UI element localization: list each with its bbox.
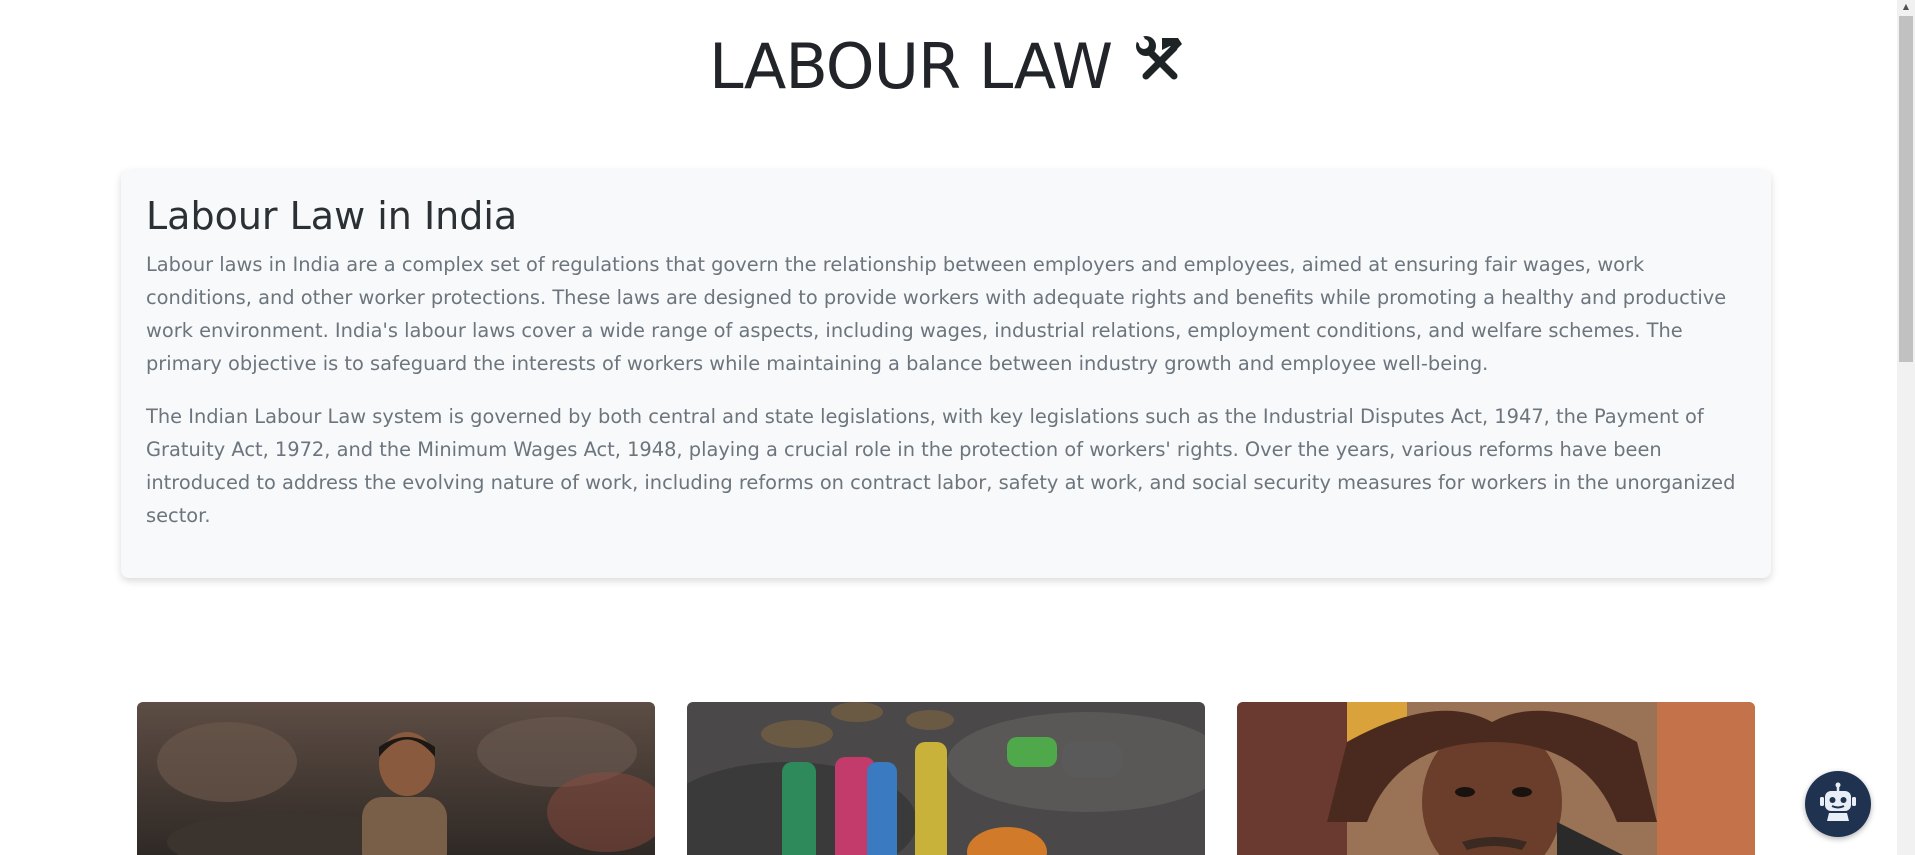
page-header: LABOUR LAW bbox=[0, 28, 1897, 106]
image-gallery bbox=[137, 702, 1755, 855]
vertical-scrollbar[interactable]: ▲ bbox=[1897, 0, 1915, 855]
chatbot-button[interactable] bbox=[1805, 771, 1871, 837]
page-title: LABOUR LAW bbox=[709, 28, 1188, 106]
coal-workers-photo[interactable] bbox=[687, 702, 1205, 855]
scroll-up-arrow-icon[interactable]: ▲ bbox=[1897, 0, 1915, 14]
intro-card: Labour Law in India Labour laws in India… bbox=[121, 170, 1771, 578]
intro-heading: Labour Law in India bbox=[146, 194, 518, 238]
page: LABOUR LAW Labour Law in India Labour la… bbox=[0, 0, 1915, 855]
worker-portrait-photo[interactable] bbox=[1237, 702, 1755, 855]
intro-paragraph-1: Labour laws in India are a complex set o… bbox=[146, 253, 1727, 375]
scrollbar-thumb[interactable] bbox=[1899, 16, 1913, 362]
child-worker-photo[interactable] bbox=[137, 702, 655, 855]
hammer-and-wrench-icon bbox=[1132, 28, 1188, 106]
page-title-text: LABOUR LAW bbox=[708, 30, 1113, 103]
intro-paragraph-2: The Indian Labour Law system is governed… bbox=[146, 405, 1736, 527]
robot-icon bbox=[1817, 781, 1859, 827]
